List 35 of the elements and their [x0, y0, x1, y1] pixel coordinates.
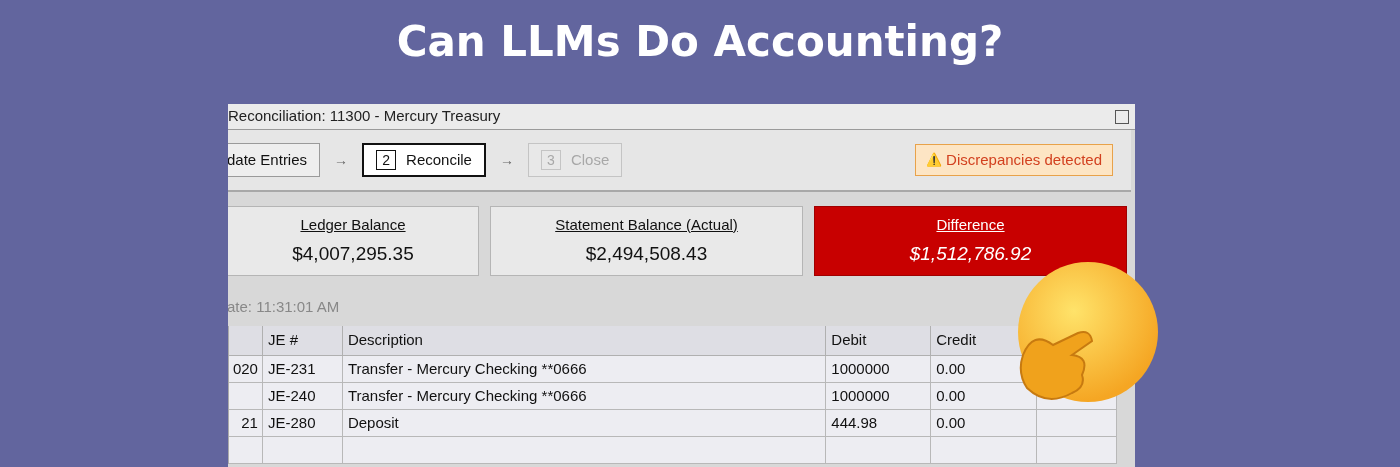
- card-label: Ledger Balance: [300, 214, 406, 235]
- table-cell-text: 1000000: [831, 385, 890, 406]
- card-label: Statement Balance (Actual): [555, 214, 738, 235]
- table-cell-text: 0.00: [936, 385, 966, 406]
- table-cell-text: Deposit: [347, 412, 399, 433]
- column-header[interactable]: JE #: [267, 329, 298, 352]
- step-tab[interactable]: date Entries: [228, 143, 321, 177]
- arrow-text: →: [334, 150, 349, 170]
- last-update-text: ate: 11:31:01 AM: [228, 297, 341, 316]
- column-header[interactable]: Debit: [831, 329, 867, 352]
- column-header[interactable]: Description: [347, 329, 423, 352]
- step-tab[interactable]: 2 Reconcile: [362, 143, 486, 177]
- window-zoom-button[interactable]: [1115, 109, 1129, 124]
- table-cell-text: 0.00: [936, 358, 966, 379]
- window-title: Reconciliation: 11300 - Mercury Treasury: [228, 106, 501, 127]
- table-cell-text: Transfer - Mercury Checking **0666: [347, 385, 587, 406]
- card-value: $2,494,508.43: [585, 242, 708, 266]
- table-cell-text: 1000000: [831, 358, 890, 379]
- table-cell-text: 21: [241, 412, 258, 433]
- table-cell-text: JE-240: [267, 385, 316, 406]
- card-value: $4,007,295.35: [292, 242, 414, 266]
- card-label: Difference: [936, 214, 1005, 235]
- table-cell-text: 444.98: [831, 412, 878, 433]
- column-header[interactable]: Credit: [936, 329, 977, 352]
- table-cell-text: JE-231: [267, 358, 316, 379]
- warning-icon: ⚠: [926, 150, 943, 170]
- card-value: $1,512,786.92: [909, 242, 1032, 266]
- table-cell-text: 020: [232, 358, 258, 379]
- table-cell-text: 0.00: [936, 412, 966, 433]
- arrow-text: →: [499, 150, 514, 170]
- warning-badge: ⚠ Discrepancies detected: [915, 144, 1113, 176]
- headline: Can LLMs Do Accounting?: [395, 15, 1005, 68]
- table-cell-text: JE-280: [267, 412, 316, 433]
- step-tab: 3 Close: [527, 143, 623, 177]
- table-cell-text: Transfer - Mercury Checking **0666: [347, 358, 587, 379]
